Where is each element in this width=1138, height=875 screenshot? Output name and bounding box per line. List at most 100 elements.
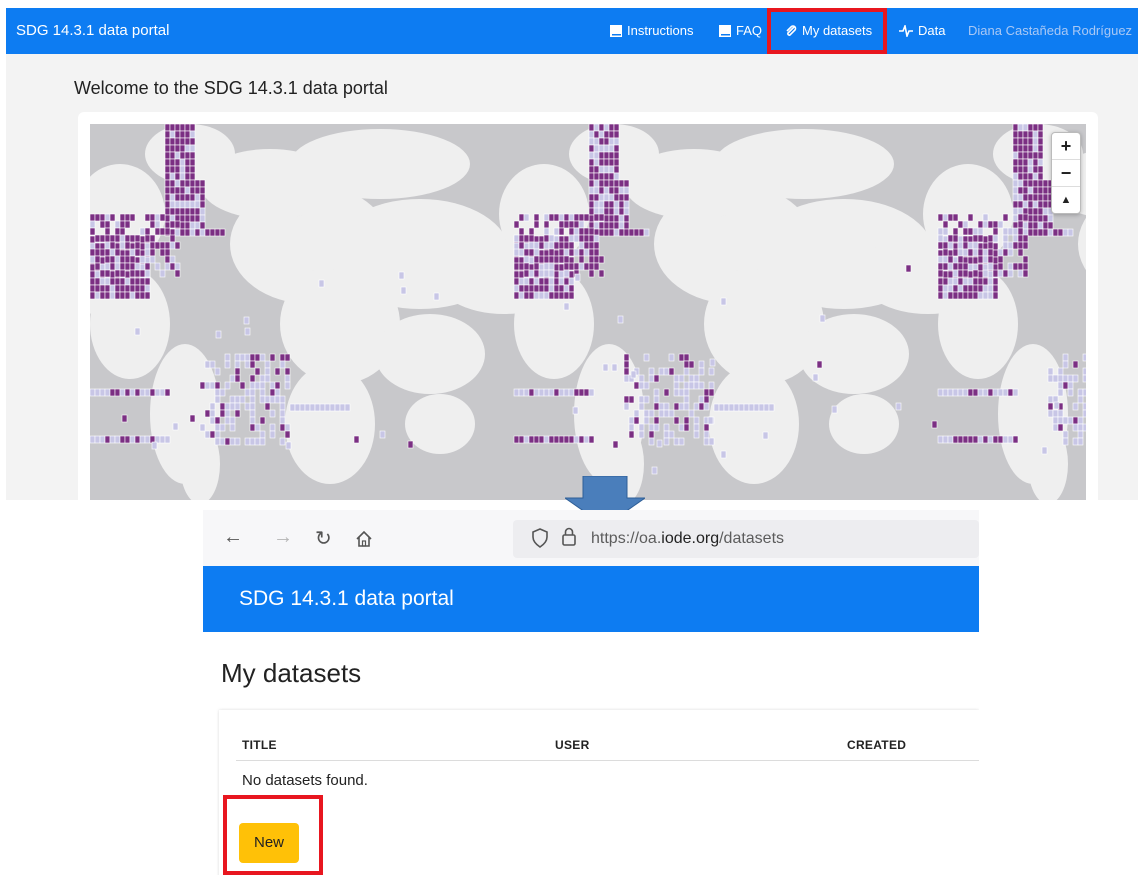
data-cell bbox=[199, 200, 206, 209]
zoom-in-button[interactable]: + bbox=[1052, 133, 1080, 160]
data-cell bbox=[668, 353, 675, 362]
data-cell bbox=[952, 213, 959, 222]
data-cell bbox=[1032, 151, 1039, 160]
navbar-brand[interactable]: SDG 14.3.1 data portal bbox=[16, 22, 169, 39]
data-cell bbox=[593, 179, 600, 188]
data-cell bbox=[613, 130, 620, 139]
zoom-out-button[interactable]: − bbox=[1052, 160, 1080, 187]
navbar-brand[interactable]: SDG 14.3.1 data portal bbox=[239, 587, 454, 611]
data-cell bbox=[538, 284, 545, 293]
data-cell bbox=[982, 269, 989, 278]
data-cell bbox=[249, 402, 256, 411]
data-cell bbox=[558, 270, 565, 279]
data-cell bbox=[194, 221, 201, 230]
data-cell bbox=[952, 262, 959, 271]
data-cell bbox=[179, 151, 186, 160]
data-cell bbox=[678, 423, 685, 432]
data-cell bbox=[568, 227, 575, 236]
data-cell bbox=[239, 395, 246, 404]
data-cell bbox=[1017, 200, 1024, 209]
data-cell bbox=[598, 228, 605, 237]
data-cell bbox=[698, 360, 705, 369]
world-map[interactable] bbox=[90, 124, 1086, 500]
browser-toolbar: ← → ↻ https://oa.iode.org/datasets bbox=[203, 510, 979, 567]
data-cell bbox=[593, 130, 600, 139]
data-cell bbox=[937, 291, 944, 300]
data-cell bbox=[593, 200, 600, 209]
data-cell bbox=[563, 269, 570, 278]
data-cell bbox=[1072, 374, 1079, 383]
data-cell bbox=[533, 388, 540, 397]
data-cell bbox=[269, 353, 276, 362]
data-cell bbox=[129, 388, 136, 397]
data-cell bbox=[1077, 388, 1084, 397]
data-cell bbox=[224, 381, 231, 390]
column-header-title[interactable]: TITLE bbox=[242, 738, 277, 752]
data-cell bbox=[169, 179, 176, 188]
data-cell bbox=[628, 416, 635, 425]
data-cell bbox=[1017, 144, 1024, 153]
back-arrow-icon[interactable]: ← bbox=[223, 526, 243, 549]
forward-arrow-icon[interactable]: → bbox=[273, 526, 293, 549]
data-cell bbox=[623, 367, 630, 376]
data-cell bbox=[274, 367, 281, 376]
data-cell bbox=[977, 255, 984, 264]
data-cell bbox=[184, 130, 191, 139]
data-cell bbox=[264, 402, 271, 411]
data-cell bbox=[513, 277, 520, 286]
nav-data[interactable]: Data bbox=[899, 23, 945, 38]
data-cell bbox=[1037, 179, 1044, 188]
data-cell bbox=[977, 248, 984, 257]
data-cell bbox=[204, 381, 211, 390]
data-cell bbox=[1017, 124, 1024, 132]
data-cell bbox=[568, 234, 575, 243]
data-cell bbox=[967, 248, 974, 257]
data-cell bbox=[962, 435, 969, 444]
data-cell bbox=[1062, 381, 1069, 390]
data-cell bbox=[523, 255, 530, 264]
data-cell bbox=[1032, 186, 1039, 195]
shield-icon[interactable] bbox=[531, 528, 549, 548]
data-cell bbox=[1012, 186, 1019, 195]
reload-icon[interactable]: ↻ bbox=[315, 526, 332, 551]
data-cell bbox=[638, 430, 645, 439]
data-cell bbox=[648, 374, 655, 383]
data-cell bbox=[279, 423, 286, 432]
data-cell bbox=[139, 269, 146, 278]
data-cell bbox=[683, 367, 690, 376]
data-cell bbox=[578, 262, 585, 271]
data-cell bbox=[693, 402, 700, 411]
data-cell bbox=[992, 388, 999, 397]
data-cell bbox=[209, 416, 216, 425]
data-cell bbox=[952, 248, 959, 257]
data-cell bbox=[608, 179, 615, 188]
data-cell bbox=[1012, 200, 1019, 209]
reset-north-button[interactable]: ▲ bbox=[1052, 187, 1080, 213]
data-cell bbox=[942, 277, 949, 286]
column-header-user[interactable]: USER bbox=[555, 738, 590, 752]
data-cell bbox=[379, 430, 386, 439]
data-cell bbox=[1072, 437, 1079, 446]
data-cell bbox=[548, 291, 555, 300]
nav-instructions[interactable]: Instructions bbox=[610, 23, 693, 38]
data-cell bbox=[1062, 228, 1069, 237]
data-cell bbox=[114, 269, 121, 278]
data-cell bbox=[244, 388, 251, 397]
data-cell bbox=[942, 213, 949, 222]
column-header-created[interactable]: CREATED bbox=[847, 738, 906, 752]
home-icon[interactable] bbox=[355, 530, 373, 548]
data-cell bbox=[279, 402, 286, 411]
data-cell bbox=[608, 151, 615, 160]
data-cell bbox=[159, 248, 166, 257]
nav-faq[interactable]: FAQ bbox=[719, 23, 762, 38]
data-cell bbox=[164, 172, 171, 181]
user-menu[interactable]: Diana Castañeda Rodríguez ▼ bbox=[968, 23, 1138, 38]
data-cell bbox=[543, 234, 550, 243]
data-cell bbox=[269, 381, 276, 390]
data-cell bbox=[1017, 172, 1024, 181]
data-cell bbox=[523, 388, 530, 397]
lock-icon[interactable] bbox=[561, 527, 577, 547]
data-cell bbox=[977, 263, 984, 272]
data-cell bbox=[633, 381, 640, 390]
data-cell bbox=[179, 165, 186, 174]
